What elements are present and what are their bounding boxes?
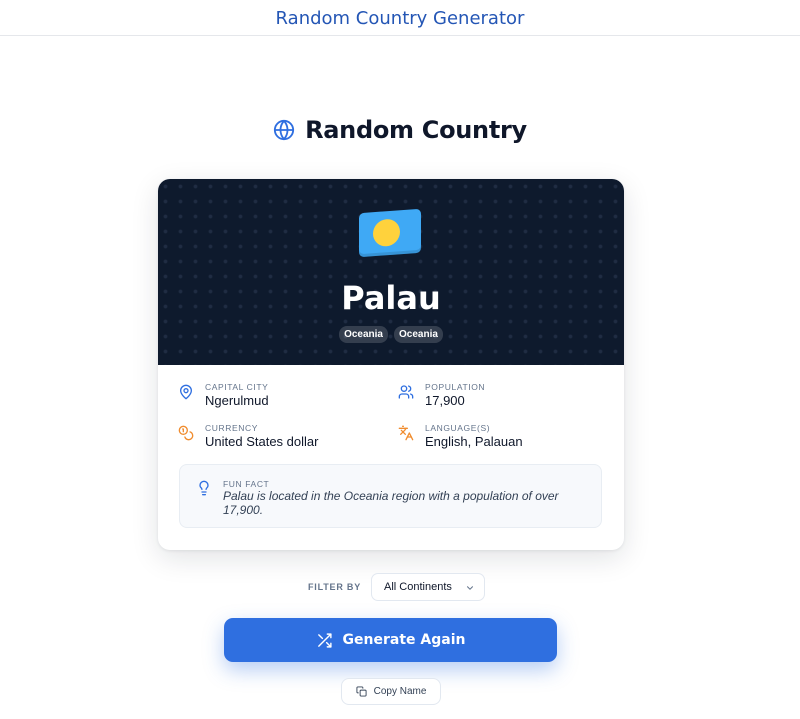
page-title: Random Country	[305, 116, 527, 144]
copy-name-label: Copy Name	[373, 686, 427, 697]
filter-label: FILTER BY	[308, 582, 362, 592]
subregion-badge: Oceania	[394, 326, 443, 343]
info-label: LANGUAGE(S)	[425, 423, 491, 433]
fun-fact-text: Palau is located in the Oceania region w…	[223, 489, 559, 517]
lightbulb-icon	[199, 480, 209, 496]
continent-filter: FILTER BY All Continents	[308, 573, 486, 601]
info-value: United States dollar	[205, 434, 319, 449]
top-bar: Random Country Generator	[0, 0, 800, 36]
coins-icon	[178, 425, 194, 441]
map-pin-icon	[180, 384, 192, 400]
country-card: Palau Oceania Oceania CAPITAL CITY Ngeru…	[158, 179, 624, 550]
info-value: Ngerulmud	[205, 393, 269, 408]
generate-again-button[interactable]: Generate Again	[224, 618, 557, 662]
generate-again-label: Generate Again	[342, 632, 466, 648]
info-label: CURRENCY	[205, 423, 258, 433]
info-value: English, Palauan	[425, 434, 523, 449]
region-badges: Oceania Oceania	[158, 326, 624, 343]
translate-icon	[398, 425, 414, 441]
info-label: CAPITAL CITY	[205, 382, 269, 392]
continent-select-value: All Continents	[384, 581, 452, 593]
users-icon	[398, 385, 414, 399]
globe-icon	[273, 119, 295, 141]
app-title: Random Country Generator	[275, 8, 525, 29]
card-hero: Palau Oceania Oceania	[158, 179, 624, 365]
page-heading: Random Country	[0, 116, 800, 144]
region-badge: Oceania	[339, 326, 388, 343]
chevron-down-icon	[467, 586, 474, 590]
palau-flag-icon	[359, 208, 421, 258]
fun-fact-box: FUN FACT Palau is located in the Oceania…	[179, 464, 602, 528]
continent-select[interactable]: All Continents	[371, 573, 486, 601]
fun-fact-label: FUN FACT	[223, 479, 270, 489]
country-name: Palau	[341, 279, 441, 317]
info-label: POPULATION	[425, 382, 486, 392]
shuffle-icon	[317, 632, 332, 648]
copy-name-button[interactable]: Copy Name	[341, 678, 441, 705]
info-value: 17,900	[425, 393, 465, 408]
copy-icon	[356, 686, 367, 697]
